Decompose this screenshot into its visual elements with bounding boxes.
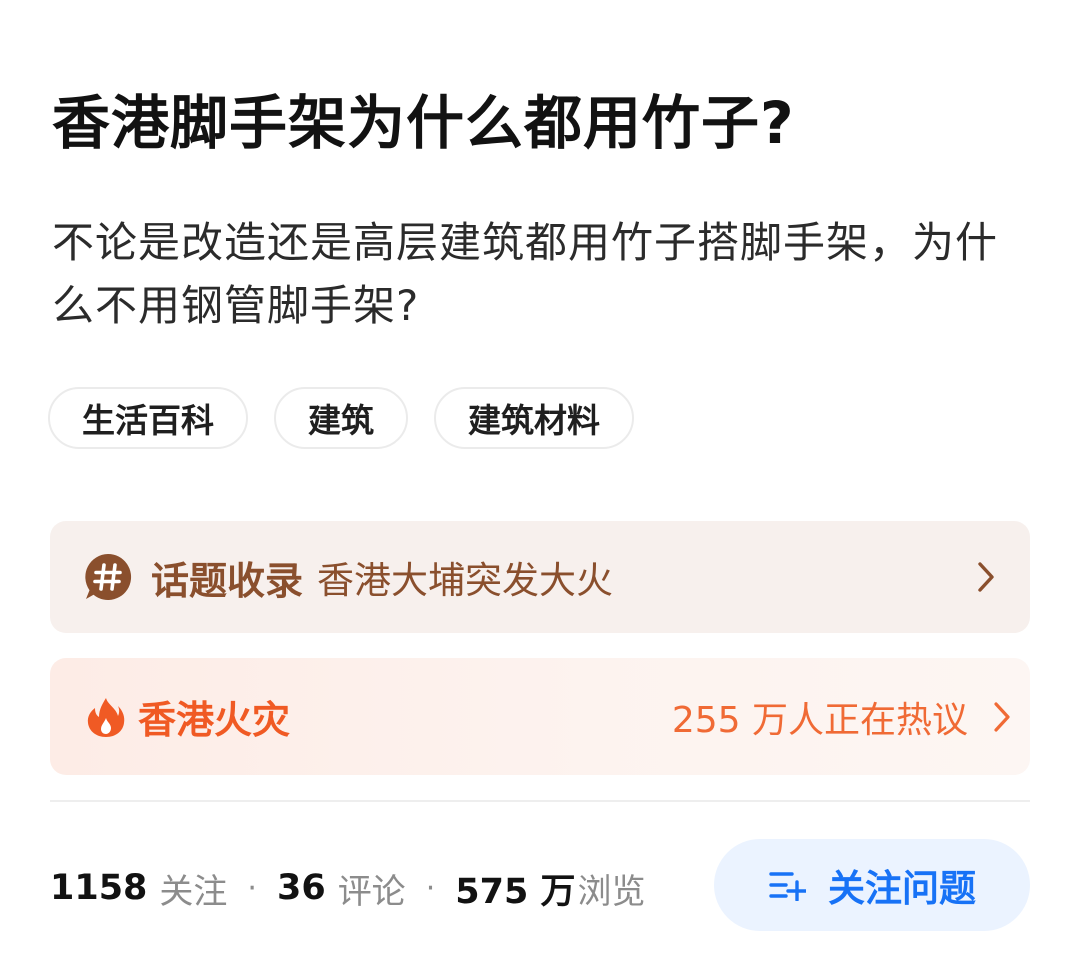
views-count: 575 万 <box>455 871 576 912</box>
question-title: 香港脚手架为什么都用竹子? <box>52 89 795 157</box>
question-stats: 1158 关注 · 36 评论 · 575 万 浏览 <box>50 862 645 914</box>
chevron-right-icon <box>972 559 1000 595</box>
separator-dot: · <box>425 870 436 906</box>
followers-count: 1158 <box>50 868 148 908</box>
hot-topic-title: 香港火灾 <box>138 698 291 742</box>
follow-list-plus-icon <box>768 869 808 902</box>
follow-question-button[interactable]: 关注问题 <box>714 839 1030 931</box>
comments-count[interactable]: 36 <box>277 868 326 908</box>
views-label: 浏览 <box>577 871 646 912</box>
comments-label[interactable]: 评论 <box>338 864 406 913</box>
hashtag-bubble-icon <box>83 552 133 602</box>
hot-discussion-count: 255 万人正在热议 <box>671 699 968 741</box>
divider <box>50 800 1030 802</box>
question-description: 不论是改造还是高层建筑都用竹子搭脚手架，为什么不用钢管脚手架? <box>52 218 999 330</box>
tag-list: 生活百科 建筑 建筑材料 <box>48 387 634 449</box>
tag-item[interactable]: 建筑材料 <box>434 387 634 449</box>
chevron-right-icon <box>988 699 1016 735</box>
fire-icon <box>86 696 126 738</box>
tag-item[interactable]: 建筑 <box>274 387 408 449</box>
topic-name: 香港大埔突发大火 <box>317 559 614 602</box>
follow-question-label: 关注问题 <box>828 867 976 910</box>
topic-collection-card[interactable]: 话题收录 香港大埔突发大火 <box>50 521 1030 633</box>
hot-topic-card[interactable]: 香港火灾 255 万人正在热议 <box>50 658 1030 775</box>
topic-collection-label: 话题收录 <box>151 558 304 603</box>
separator-dot: · <box>247 870 257 906</box>
followers-label: 关注 <box>159 871 228 912</box>
tag-item[interactable]: 生活百科 <box>48 387 248 449</box>
